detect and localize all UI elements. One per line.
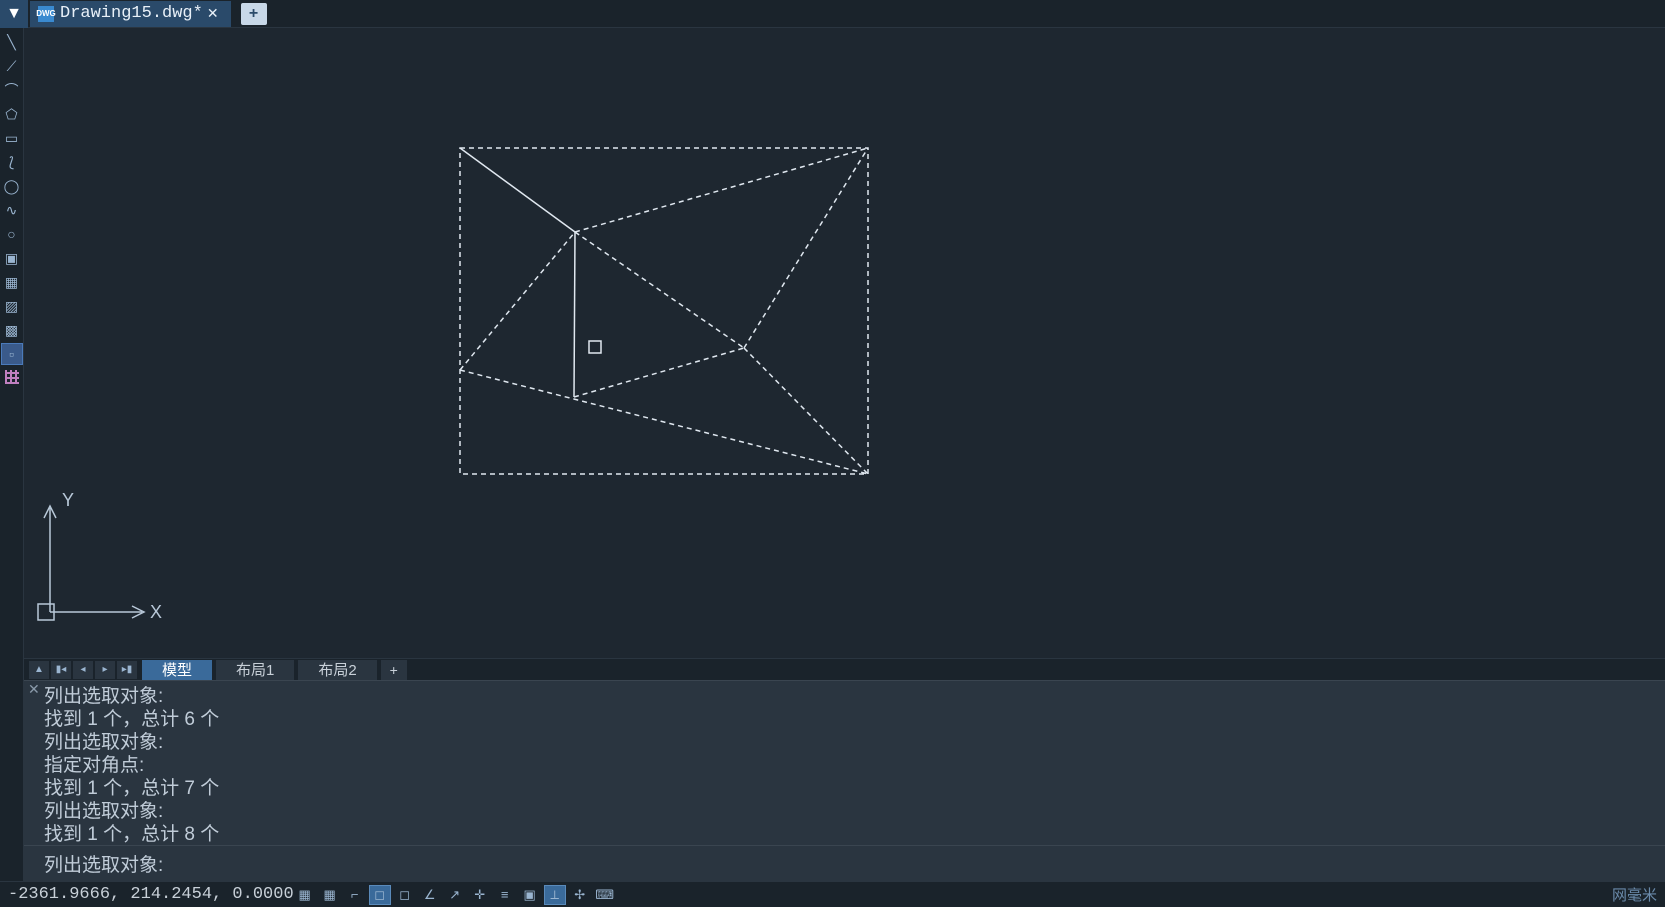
tab-dropdown-icon[interactable]: ▼ [0,0,28,28]
file-tab-bar: ▼ DWG Drawing15.dwg* ✕ + [0,0,1665,28]
track-icon[interactable]: ↗ [444,885,466,905]
dwg-icon: DWG [38,6,54,22]
list-icon[interactable]: ≡ [494,885,516,905]
tool-grid-icon[interactable] [5,370,19,384]
color-icon[interactable]: ▣ [519,885,541,905]
polar-icon[interactable]: ◻ [394,885,416,905]
tool-region-icon[interactable]: ▦ [1,271,23,293]
tool-polyline-icon[interactable]: ⟋ [1,55,23,77]
new-tab-button[interactable]: + [241,3,267,25]
tab-layout1[interactable]: 布局1 [216,660,294,680]
tool-rect-icon[interactable]: ▭ [1,127,23,149]
command-history: 列出选取对象: 找到 1 个，总计 6 个 列出选取对象: 指定对角点: 找到 … [24,681,1665,845]
layout-tab-bar: ▲ ▮◂ ◂ ▸ ▸▮ 模型 布局1 布局2 + [24,658,1665,680]
tool-arc-icon[interactable]: ⌒ [1,79,23,101]
ruler-icon[interactable]: ⟂ [544,885,566,905]
status-units: 网毫米 [1612,884,1657,905]
tool-circle-icon[interactable]: ○ [1,223,23,245]
tool-full-icon[interactable]: ▩ [1,319,23,341]
cmd-line: 列出选取对象: [44,800,1645,823]
file-tab-title: Drawing15.dwg* [60,4,203,23]
tool-highlight-icon[interactable]: ▫ [1,343,23,365]
tool-spline-icon[interactable]: ⟅ [1,151,23,173]
layer-icon[interactable]: ✢ [569,885,591,905]
command-close-icon[interactable]: ✕ [28,681,40,698]
cmd-line: 找到 1 个，总计 6 个 [44,708,1645,731]
tab-layout2[interactable]: 布局2 [298,660,376,680]
layout-prev-icon[interactable]: ◂ [73,661,93,679]
drawing-svg [24,28,1665,658]
ortho-icon[interactable]: ⌐ [344,885,366,905]
cmd-line: 指定对角点: [44,754,1645,777]
tab-model[interactable]: 模型 [142,660,212,680]
kbd-icon[interactable]: ⌨ [594,885,616,905]
draw-toolbar: ╲ ⟋ ⌒ ⬠ ▭ ⟅ ◯ ∿ ○ ▣ ▦ ▨ ▩ ▫ [0,28,24,881]
cmd-line: 找到 1 个，总计 8 个 [44,823,1645,845]
plus-icon[interactable]: ✛ [469,885,491,905]
cmd-line: 找到 1 个，总计 7 个 [44,777,1645,800]
tool-line-icon[interactable]: ╲ [1,31,23,53]
tool-ellipse-icon[interactable]: ◯ [1,175,23,197]
status-bar: -2361.9666, 214.2454, 0.0000 ▦ ▦ ⌐ ◻ ◻ ∠… [0,881,1665,907]
tool-hatch-icon[interactable]: ▨ [1,295,23,317]
angle-icon[interactable]: ∠ [419,885,441,905]
snap-grid1-icon[interactable]: ▦ [294,885,316,905]
layout-collapse-icon[interactable]: ▲ [29,661,49,679]
tool-block-icon[interactable]: ▣ [1,247,23,269]
add-layout-button[interactable]: + [381,660,407,680]
snap-grid2-icon[interactable]: ▦ [319,885,341,905]
layout-last-icon[interactable]: ▸▮ [117,661,137,679]
layout-first-icon[interactable]: ▮◂ [51,661,71,679]
tool-wave-icon[interactable]: ∿ [1,199,23,221]
command-input[interactable]: 列出选取对象: [24,845,1665,881]
drawing-canvas[interactable]: Y X [24,28,1665,658]
command-window: ✕ 列出选取对象: 找到 1 个，总计 6 个 列出选取对象: 指定对角点: 找… [24,680,1665,881]
tool-polygon-icon[interactable]: ⬠ [1,103,23,125]
close-icon[interactable]: ✕ [203,5,223,22]
snap-mode-icon[interactable]: ◻ [369,885,391,905]
layout-next-icon[interactable]: ▸ [95,661,115,679]
file-tab[interactable]: DWG Drawing15.dwg* ✕ [30,1,231,27]
cmd-line: 列出选取对象: [44,731,1645,754]
status-coordinates: -2361.9666, 214.2454, 0.0000 [8,885,294,904]
cmd-line: 列出选取对象: [44,685,1645,708]
status-toggles: ▦ ▦ ⌐ ◻ ◻ ∠ ↗ ✛ ≡ ▣ ⟂ ✢ ⌨ [294,885,616,905]
